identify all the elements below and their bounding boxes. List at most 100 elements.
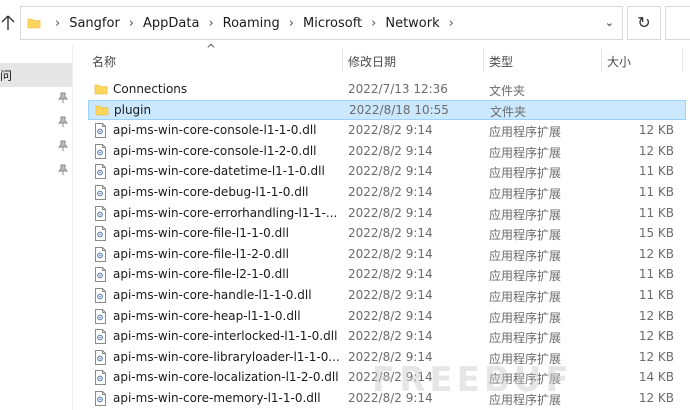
breadcrumb-separator-icon[interactable]: › — [449, 16, 454, 31]
file-name: api-ms-win-core-file-l1-2-0.dll — [113, 246, 289, 261]
file-size: 12 KB — [638, 308, 674, 323]
file-date: 2022/8/2 9:14 — [348, 184, 433, 199]
file-size: 12 KB — [638, 390, 674, 405]
file-type: 应用程序扩展 — [489, 125, 562, 140]
file-row[interactable]: api-ms-win-core-localization-l1-2-0.dll 2… — [84, 367, 690, 388]
pin-icon[interactable] — [58, 140, 68, 152]
refresh-button[interactable]: ↻ — [627, 6, 661, 40]
file-row[interactable]: api-ms-win-core-libraryloader-l1-1-0... 2… — [84, 347, 690, 368]
pin-icon[interactable] — [58, 92, 68, 104]
file-name: api-ms-win-core-interlocked-l1-1-0.dll — [113, 329, 338, 344]
file-row[interactable]: api-ms-win-core-console-l1-1-0.dll 2022/8… — [84, 120, 690, 141]
file-row[interactable]: api-ms-win-core-memory-l1-1-0.dll 2022/8/… — [84, 388, 690, 409]
file-name: api-ms-win-core-handle-l1-1-0.dll — [113, 287, 312, 302]
column-header-name[interactable]: 名称 — [92, 53, 116, 70]
file-name: api-ms-win-core-file-l1-1-0.dll — [113, 226, 289, 241]
folder-row[interactable]: plugin 2022/8/18 10:55 文件夹 — [88, 99, 686, 121]
file-size: 11 KB — [638, 267, 674, 282]
file-name: Connections — [113, 82, 188, 96]
folder-icon — [94, 82, 108, 99]
dll-file-icon — [94, 267, 107, 285]
column-divider[interactable] — [682, 48, 683, 72]
file-size: 11 KB — [638, 164, 674, 179]
address-bar[interactable]: › Sangfor › AppData › Roaming › Microsoft › Netwo… — [20, 6, 623, 40]
pin-icon[interactable] — [58, 164, 68, 176]
breadcrumb-separator-icon[interactable]: › — [55, 16, 60, 31]
file-type: 应用程序扩展 — [489, 289, 562, 304]
file-name: api-ms-win-core-libraryloader-l1-1-0... — [113, 349, 340, 364]
file-size: 11 KB — [638, 184, 674, 199]
file-size: 12 KB — [638, 349, 674, 364]
file-size: 11 KB — [638, 205, 674, 220]
file-date: 2022/8/2 9:14 — [348, 143, 433, 158]
breadcrumb-item[interactable]: Roaming — [223, 16, 280, 31]
file-type: 应用程序扩展 — [489, 331, 562, 346]
file-type: 应用程序扩展 — [489, 248, 562, 263]
column-header-size[interactable]: 大小 — [607, 53, 631, 70]
column-divider[interactable] — [483, 48, 484, 72]
file-name: api-ms-win-core-localization-l1-2-0.dll — [113, 370, 339, 385]
file-date: 2022/8/2 9:14 — [348, 287, 433, 302]
refresh-icon: ↻ — [637, 13, 651, 32]
dll-file-icon — [94, 164, 107, 182]
sort-ascending-icon: ^ — [206, 42, 217, 56]
breadcrumb-separator-icon[interactable]: › — [371, 16, 376, 31]
file-name: api-ms-win-core-memory-l1-1-0.dll — [113, 390, 321, 405]
file-row[interactable]: api-ms-win-core-heap-l1-1-0.dll 2022/8/2 … — [84, 306, 690, 327]
file-size: 14 KB — [638, 370, 674, 385]
breadcrumb-item[interactable]: Microsoft — [303, 16, 362, 31]
dll-file-icon — [94, 226, 107, 244]
breadcrumb-separator-icon[interactable]: › — [208, 16, 213, 31]
folder-row[interactable]: Connections 2022/7/13 12:36 文件夹 — [84, 79, 690, 100]
file-size: 11 KB — [638, 287, 674, 302]
file-date: 2022/7/13 12:36 — [348, 82, 448, 96]
file-size: 12 KB — [638, 329, 674, 344]
column-divider[interactable] — [342, 48, 343, 72]
nav-item-selected[interactable]: 问 — [0, 63, 72, 87]
file-size: 12 KB — [638, 123, 674, 138]
dll-file-icon — [94, 246, 107, 265]
file-type: 应用程序扩展 — [489, 351, 562, 366]
dll-file-icon — [94, 123, 107, 141]
breadcrumb-separator-icon[interactable]: › — [129, 16, 134, 31]
file-row[interactable]: api-ms-win-core-handle-l1-1-0.dll 2022/8/… — [84, 285, 690, 306]
dll-file-icon — [94, 390, 107, 409]
column-divider[interactable] — [601, 48, 602, 72]
file-row[interactable]: api-ms-win-core-file-l2-1-0.dll 2022/8/2 … — [84, 264, 690, 285]
file-type: 应用程序扩展 — [489, 166, 562, 181]
file-date: 2022/8/2 9:14 — [348, 349, 433, 364]
file-row[interactable]: api-ms-win-core-file-l1-1-0.dll 2022/8/2 … — [84, 223, 690, 244]
file-row[interactable]: api-ms-win-core-errorhandling-l1-1-... 20… — [84, 203, 690, 224]
breadcrumb-item[interactable]: Network — [385, 16, 439, 31]
search-input[interactable] — [665, 6, 690, 40]
dll-file-icon — [94, 287, 107, 306]
dll-file-icon — [94, 370, 107, 388]
dll-file-icon — [94, 329, 107, 347]
file-type: 应用程序扩展 — [489, 269, 562, 284]
up-arrow-icon[interactable] — [0, 12, 16, 34]
column-header-type[interactable]: 类型 — [489, 53, 513, 70]
column-header-date[interactable]: 修改日期 — [348, 53, 396, 70]
file-row[interactable]: api-ms-win-core-datetime-l1-1-0.dll 2022/… — [84, 161, 690, 182]
file-row[interactable]: api-ms-win-core-file-l1-2-0.dll 2022/8/2 … — [84, 244, 690, 265]
file-row[interactable]: api-ms-win-core-console-l1-2-0.dll 2022/8… — [84, 141, 690, 162]
file-name: api-ms-win-core-debug-l1-1-0.dll — [113, 184, 309, 199]
file-date: 2022/8/2 9:14 — [348, 246, 433, 261]
dll-file-icon — [94, 184, 107, 203]
file-row[interactable]: api-ms-win-core-interlocked-l1-1-0.dll 20… — [84, 326, 690, 347]
file-type: 应用程序扩展 — [489, 372, 562, 387]
file-type: 应用程序扩展 — [489, 207, 562, 222]
file-name: api-ms-win-core-file-l2-1-0.dll — [113, 267, 289, 282]
breadcrumb-separator-icon[interactable]: › — [289, 16, 294, 31]
file-date: 2022/8/2 9:14 — [348, 308, 433, 323]
chevron-down-icon[interactable]: ⌄ — [605, 16, 614, 29]
file-name: api-ms-win-core-datetime-l1-1-0.dll — [113, 164, 325, 179]
pin-icon[interactable] — [58, 116, 68, 128]
file-date: 2022/8/18 10:55 — [349, 102, 449, 117]
navigation-pane: 问 — [0, 44, 73, 410]
file-row[interactable]: api-ms-win-core-debug-l1-1-0.dll 2022/8/2… — [84, 182, 690, 203]
file-type: 应用程序扩展 — [489, 145, 562, 160]
file-date: 2022/8/2 9:14 — [348, 164, 433, 179]
breadcrumb-item[interactable]: AppData — [143, 16, 199, 31]
breadcrumb-item[interactable]: Sangfor — [69, 16, 120, 31]
